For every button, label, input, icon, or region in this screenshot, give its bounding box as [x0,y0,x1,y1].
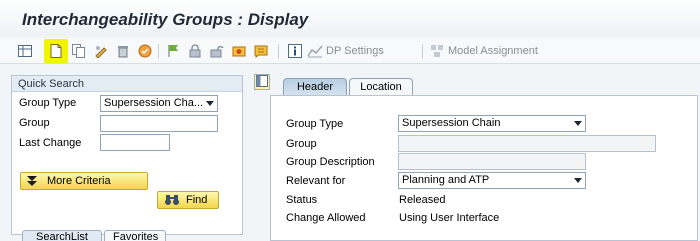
lock-icon [186,42,204,60]
model-assignment-icon [428,42,446,60]
new-document-icon [47,42,65,60]
group-label: Group [19,117,50,129]
chevron-down-icon [574,178,582,183]
table-icon [16,42,34,60]
flag-button[interactable] [164,41,182,61]
check-button[interactable] [136,41,154,61]
flag-icon [164,42,182,60]
chevron-down-icon [574,121,582,126]
group-description-field [398,153,586,170]
more-criteria-button[interactable]: More Criteria [20,172,148,190]
chevron-down-icon [206,101,214,106]
panel-toggle-icon [256,74,268,90]
tab-header[interactable]: Header [283,78,347,96]
last-change-label: Last Change [19,137,82,149]
edit-icon [92,42,110,60]
group-label: Group [286,138,317,150]
status-value: Released [399,194,446,206]
delete-icon [114,42,132,60]
model-assignment-button[interactable]: Model Assignment [428,41,538,61]
group-input[interactable] [100,115,218,132]
toolbar-separator [278,44,279,58]
relevant-for-label: Relevant for [286,175,346,187]
unlock-icon [208,42,226,60]
title-bar: Interchangeability Groups : Display [0,0,700,36]
table-button[interactable] [16,41,34,61]
group-type-dropdown[interactable]: Supersession Chain [398,115,586,132]
change-allowed-label: Change Allowed [286,212,366,224]
edit-button[interactable] [92,41,110,61]
info-button[interactable] [286,41,304,61]
copy-button[interactable] [70,41,88,61]
dp-settings-icon [306,42,324,60]
status-label: Status [286,194,318,206]
relevant-for-value: Planning and ATP [402,174,490,186]
collapse-panel-button[interactable] [254,74,270,90]
find-button[interactable]: Find [157,191,219,209]
notes-icon [252,42,270,60]
quick-search-header: Quick Search [12,76,242,92]
page-title: Interchangeability Groups : Display [22,10,309,29]
group-type-value: Supersession Chain [402,117,501,129]
tab-search-list[interactable]: SearchList [22,230,102,241]
model-assignment-label: Model Assignment [448,45,538,57]
toolbar-separator [422,44,423,58]
tab-location[interactable]: Location [349,78,413,96]
check-icon [136,42,154,60]
dp-settings-label: DP Settings [326,45,384,57]
group-type-dropdown[interactable]: Supersession Cha... [100,95,218,112]
group-field [398,135,656,152]
info-icon [286,42,304,60]
detail-panel: Group Type Supersession Chain Group Grou… [270,95,698,241]
binoculars-icon [165,194,179,209]
create-button[interactable] [44,39,68,63]
group-type-label: Group Type [19,97,77,109]
delete-button[interactable] [114,41,132,61]
unlock-button[interactable] [208,41,226,61]
change-allowed-value: Using User Interface [399,212,500,224]
group-type-label: Group Type [286,118,344,130]
double-chevron-down-icon [27,176,37,189]
toolbar-separator [158,44,159,58]
tab-favorites[interactable]: Favorites [104,230,166,241]
application-toolbar: DP Settings Model Assignment [0,38,700,64]
find-label: Find [186,194,208,206]
quick-search-panel: Quick Search Group Type Supersession Cha… [11,75,243,235]
dp-settings-button[interactable]: DP Settings [306,41,384,61]
notes-button[interactable] [252,41,270,61]
copy-icon [70,42,88,60]
group-description-label: Group Description [286,156,375,168]
group-type-value: Supersession Cha... [104,97,204,109]
relevant-for-dropdown[interactable]: Planning and ATP [398,172,586,189]
lock-button[interactable] [186,41,204,61]
release-icon [230,42,248,60]
last-change-input[interactable] [100,134,170,151]
release-button[interactable] [230,41,248,61]
more-criteria-label: More Criteria [47,175,111,187]
